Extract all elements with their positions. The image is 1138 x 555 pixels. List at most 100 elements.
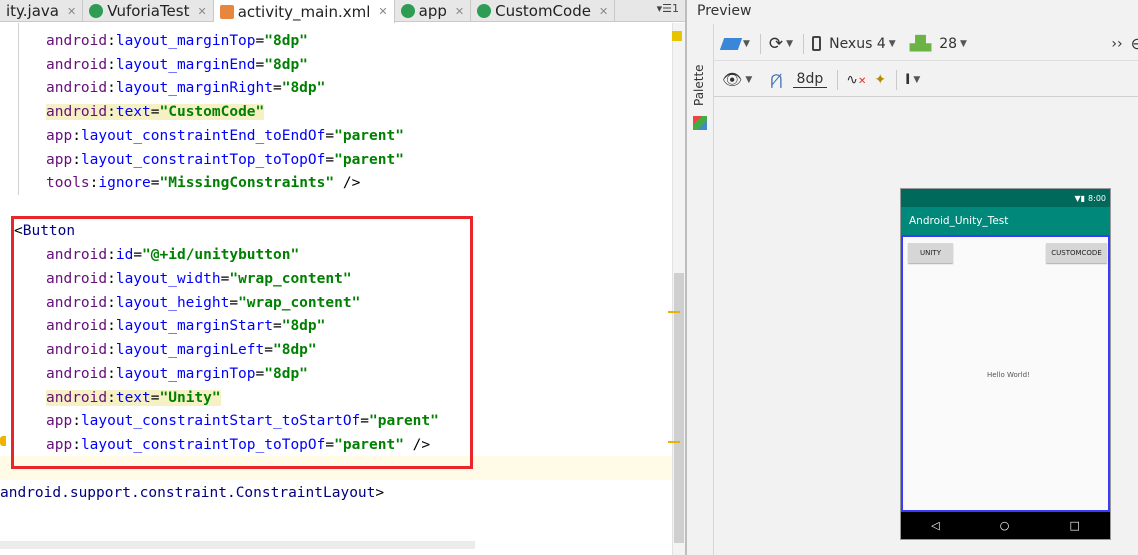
clear-constraints-button[interactable]: ∿✕ bbox=[846, 72, 866, 88]
code-token: layout_marginTop bbox=[115, 33, 256, 49]
toolbar-separator bbox=[803, 33, 805, 54]
more-actions-button[interactable]: ›› bbox=[1111, 36, 1122, 52]
infer-constraints-button[interactable]: ✦ bbox=[874, 72, 886, 88]
code-token: "parent" bbox=[334, 128, 404, 144]
close-tab-icon[interactable]: ✕ bbox=[197, 5, 206, 18]
default-margin-field[interactable]: 8dp bbox=[792, 71, 828, 88]
tab-label: activity_main.xml bbox=[237, 2, 371, 21]
code-token: = bbox=[325, 152, 335, 168]
hello-textview[interactable]: Hello World! bbox=[987, 371, 1030, 379]
app-bar: Android_Unity_Test bbox=[901, 207, 1110, 235]
class-icon bbox=[477, 4, 492, 18]
palette-sidebar[interactable]: Palette bbox=[687, 24, 714, 555]
code-token: : bbox=[72, 152, 81, 168]
zoom-icon[interactable]: ⊖ bbox=[1131, 34, 1138, 53]
code-token: layout_marginRight bbox=[115, 80, 273, 96]
tab-label: ity.java bbox=[6, 2, 59, 20]
close-tab-icon[interactable]: ✕ bbox=[378, 5, 387, 18]
horizontal-scrollbar[interactable] bbox=[0, 541, 475, 549]
error-stripe-marker[interactable] bbox=[668, 441, 680, 443]
close-tab-icon[interactable]: ✕ bbox=[67, 5, 76, 18]
status-bar: ▼▮ 8:00 bbox=[901, 189, 1110, 207]
close-tab-icon[interactable]: ✕ bbox=[455, 5, 464, 18]
class-icon bbox=[89, 4, 104, 18]
code-token: app bbox=[46, 128, 73, 144]
app-title: Android_Unity_Test bbox=[909, 215, 1009, 227]
chevron-down-icon: ▼ bbox=[745, 74, 753, 85]
code-token: android bbox=[46, 57, 108, 73]
palette-label[interactable]: Palette bbox=[692, 64, 706, 106]
scrollbar-thumb[interactable] bbox=[674, 273, 684, 543]
home-icon[interactable]: ○ bbox=[1000, 519, 1010, 532]
tab-label: VuforiaTest bbox=[107, 2, 190, 20]
code-token: = bbox=[150, 104, 160, 120]
align-icon: Ι bbox=[905, 71, 911, 88]
tab-vuforiatest[interactable]: VuforiaTest ✕ bbox=[83, 0, 214, 22]
xml-file-icon bbox=[219, 4, 234, 19]
margin-value: 8dp bbox=[792, 71, 828, 88]
code-token: : bbox=[107, 57, 116, 73]
tab-customcode[interactable]: CustomCode ✕ bbox=[471, 0, 616, 22]
magnet-off-icon: ⋂̸ bbox=[770, 70, 783, 89]
tab-overflow-menu[interactable]: ▾☰1 bbox=[657, 2, 679, 15]
code-token: : bbox=[107, 33, 116, 49]
code-line: android:layout_marginRight="8dp" bbox=[46, 78, 325, 98]
status-time: 8:00 bbox=[1088, 193, 1106, 203]
palette-icon bbox=[693, 116, 707, 130]
layout-canvas[interactable]: UNITY CUSTOMCODE Hello World! bbox=[901, 235, 1110, 512]
code-line: app:layout_constraintTop_toTopOf="parent… bbox=[46, 150, 404, 170]
device-selector[interactable]: Nexus 4 ▼ bbox=[812, 36, 896, 52]
orientation-button[interactable]: ⟳ ▼ bbox=[769, 34, 793, 54]
autoconnect-toggle[interactable]: ⋂̸ bbox=[770, 71, 782, 89]
design-surface-button[interactable]: ▼ bbox=[719, 37, 750, 50]
code-token: "CustomCode" bbox=[159, 104, 265, 120]
intention-bulb-icon[interactable] bbox=[0, 436, 6, 446]
phone-icon bbox=[812, 36, 822, 51]
preview-title: Preview bbox=[697, 3, 752, 19]
customcode-button[interactable]: CUSTOMCODE bbox=[1046, 243, 1107, 263]
unity-button[interactable]: UNITY bbox=[908, 243, 953, 263]
tab-label: app bbox=[418, 2, 447, 20]
code-token: android.support.constraint.ConstraintLay… bbox=[0, 485, 376, 501]
eye-icon: 👁 bbox=[722, 70, 743, 89]
magic-wand-icon: ✦ bbox=[874, 71, 887, 88]
device-name: Nexus 4 bbox=[829, 35, 886, 52]
code-token: text bbox=[115, 104, 151, 120]
code-token: : bbox=[107, 80, 116, 96]
chevron-down-icon: ▼ bbox=[786, 38, 794, 49]
tab-app[interactable]: app ✕ bbox=[395, 0, 472, 22]
recents-icon[interactable]: □ bbox=[1070, 519, 1080, 532]
back-icon[interactable]: ◁ bbox=[931, 519, 939, 532]
code-token: "8dp" bbox=[264, 57, 308, 73]
code-token: layout_constraintTop_toTopOf bbox=[80, 152, 326, 168]
code-line: android:text="CustomCode" bbox=[46, 102, 265, 122]
code-line: tools:ignore="MissingConstraints" /> bbox=[46, 173, 360, 193]
close-tab-icon[interactable]: ✕ bbox=[599, 5, 608, 18]
android-icon: ▟▙ bbox=[909, 35, 932, 52]
code-line: app:layout_constraintEnd_toEndOf="parent… bbox=[46, 126, 404, 146]
code-editor[interactable]: android:layout_marginTop="8dp" android:la… bbox=[0, 23, 685, 555]
view-options-button[interactable]: 👁 ▼ bbox=[722, 70, 752, 89]
error-stripe-marker[interactable] bbox=[668, 311, 680, 313]
api-level: 28 bbox=[939, 35, 958, 52]
preview-pane: Preview Palette ▼ ⟳ ▼ Nexus 4 ▼ ▟▙ 28 ▼ ›› ⊖… bbox=[687, 0, 1138, 555]
code-token: app bbox=[46, 152, 73, 168]
navigation-bar: ◁ ○ □ bbox=[901, 512, 1110, 539]
code-token: = bbox=[325, 128, 335, 144]
tab-ity-java[interactable]: ity.java ✕ bbox=[0, 0, 84, 22]
module-icon bbox=[400, 4, 415, 18]
align-button[interactable]: Ι ▼ bbox=[905, 72, 920, 88]
code-token: android bbox=[46, 104, 108, 120]
tab-activity-main-xml[interactable]: activity_main.xml ✕ bbox=[213, 0, 395, 23]
inspection-status-icon[interactable] bbox=[672, 31, 682, 41]
chevron-down-icon: ▼ bbox=[888, 38, 896, 49]
code-token: android bbox=[46, 33, 108, 49]
code-token: = bbox=[255, 57, 265, 73]
chevron-down-icon: ▼ bbox=[913, 74, 921, 85]
toolbar-separator bbox=[837, 69, 839, 90]
code-token: android bbox=[46, 80, 108, 96]
api-selector[interactable]: ▟▙ 28 ▼ bbox=[910, 36, 967, 52]
code-token: layout_marginEnd bbox=[115, 57, 256, 73]
fold-guide bbox=[18, 23, 19, 195]
code-token: tools bbox=[46, 175, 90, 191]
